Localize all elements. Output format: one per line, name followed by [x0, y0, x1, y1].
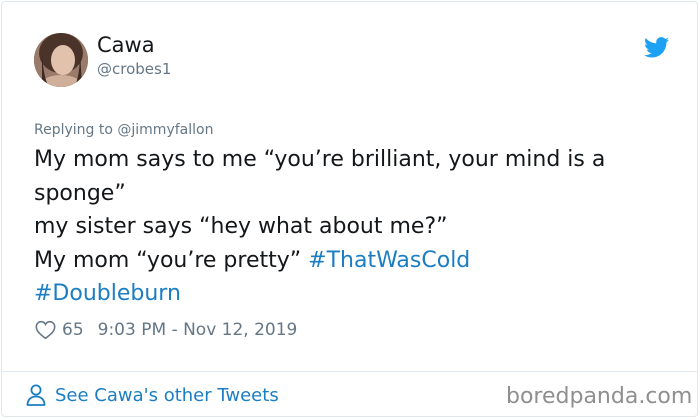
user-handle[interactable]: @crobes1 [97, 60, 171, 78]
avatar[interactable] [34, 33, 88, 87]
hashtag-link[interactable]: #Doubleburn [34, 281, 181, 306]
boredpanda-watermark: boredpanda.com [506, 384, 693, 409]
heart-icon[interactable] [35, 320, 56, 340]
tweet-text: My mom says to me “you’re brilliant, you… [34, 143, 684, 311]
tweet-card: Cawa @crobes1 Replying to @jimmyfallon M… [1, 1, 698, 417]
tweet-timestamp[interactable]: 9:03 PM - Nov 12, 2019 [98, 320, 298, 340]
see-other-tweets-link[interactable]: See Cawa's other Tweets [26, 384, 279, 406]
divider [2, 371, 697, 372]
replying-to: Replying to @jimmyfallon [34, 122, 213, 138]
twitter-bird-icon[interactable] [644, 37, 669, 58]
replying-prefix: Replying to [34, 122, 118, 138]
display-name[interactable]: Cawa [97, 33, 155, 57]
person-icon [26, 384, 46, 406]
hashtag-link[interactable]: #ThatWasCold [308, 248, 470, 273]
replying-mention-link[interactable]: @jimmyfallon [117, 122, 213, 138]
tweet-meta: 65 9:03 PM - Nov 12, 2019 [35, 320, 297, 340]
like-count[interactable]: 65 [62, 320, 84, 340]
see-other-tweets-label[interactable]: See Cawa's other Tweets [55, 385, 279, 406]
